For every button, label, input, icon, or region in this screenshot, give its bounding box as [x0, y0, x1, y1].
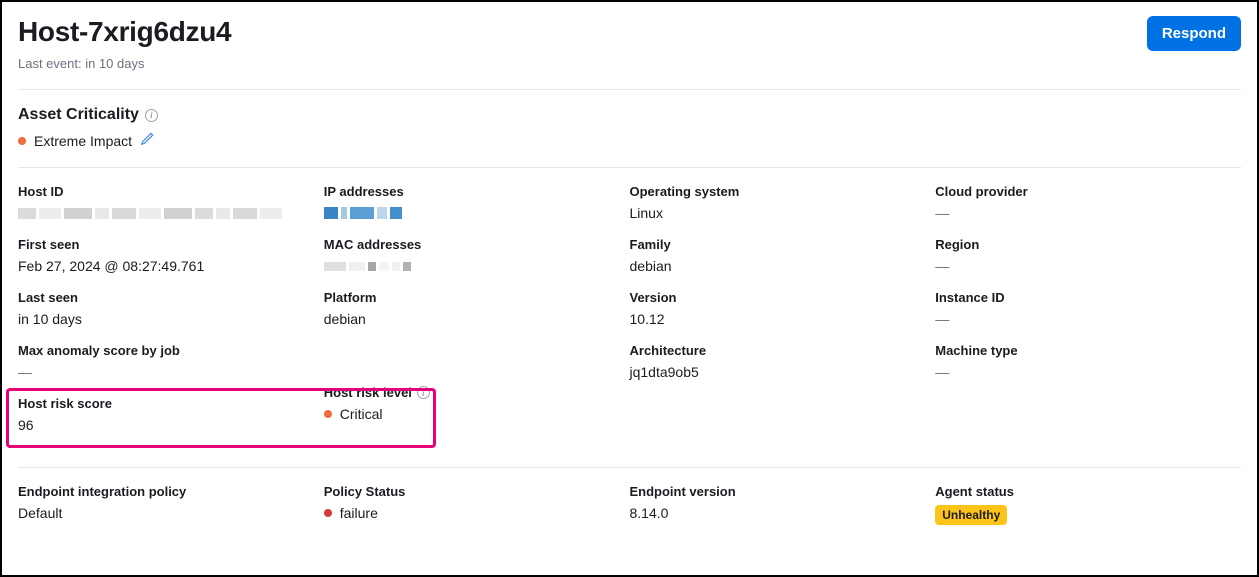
first-seen-label: First seen: [18, 237, 324, 252]
version-label: Version: [630, 290, 936, 305]
instance-id-label: Instance ID: [935, 290, 1241, 305]
host-risk-level-label: Host risk level i: [324, 385, 630, 400]
version-value: 10.12: [630, 311, 936, 327]
architecture-value: jq1dta9ob5: [630, 364, 936, 380]
host-risk-level-value-row: Critical: [324, 406, 630, 422]
architecture-label: Architecture: [630, 343, 936, 358]
max-anomaly-value: —: [18, 364, 324, 380]
platform-label: Platform: [324, 290, 630, 305]
endpoint-version-value: 8.14.0: [630, 505, 936, 521]
mac-addresses-label: MAC addresses: [324, 237, 630, 252]
ip-addresses-value-redacted: [324, 205, 630, 221]
machine-type-value: —: [935, 364, 1241, 380]
endpoint-policy-label: Endpoint integration policy: [18, 484, 324, 499]
info-icon[interactable]: i: [145, 109, 158, 122]
family-value: debian: [630, 258, 936, 274]
last-event-label: Last event: in 10 days: [18, 56, 231, 71]
policy-status-value: failure: [340, 505, 378, 521]
criticality-dot-icon: [18, 137, 26, 145]
instance-id-value: —: [935, 311, 1241, 327]
page-title: Host-7xrig6dzu4: [18, 16, 231, 48]
endpoint-version-label: Endpoint version: [630, 484, 936, 499]
host-risk-score-value: 96: [18, 417, 324, 433]
respond-button[interactable]: Respond: [1147, 16, 1241, 51]
agent-status-badge: Unhealthy: [935, 505, 1007, 525]
endpoint-policy-value: Default: [18, 505, 324, 521]
policy-status-row: failure: [324, 505, 630, 521]
cloud-provider-value: —: [935, 205, 1241, 221]
info-icon[interactable]: i: [417, 386, 430, 399]
mac-addresses-value-redacted: [324, 258, 630, 274]
platform-value: debian: [324, 311, 630, 327]
last-seen-value: in 10 days: [18, 311, 324, 327]
edit-icon[interactable]: [140, 132, 154, 149]
ip-addresses-label: IP addresses: [324, 184, 630, 199]
policy-status-label: Policy Status: [324, 484, 630, 499]
divider: [18, 89, 1241, 90]
host-id-label: Host ID: [18, 184, 324, 199]
os-value: Linux: [630, 205, 936, 221]
os-label: Operating system: [630, 184, 936, 199]
region-value: —: [935, 258, 1241, 274]
asset-criticality-heading: Asset Criticality i: [18, 106, 158, 124]
host-risk-score-label: Host risk score: [18, 396, 324, 411]
last-seen-label: Last seen: [18, 290, 324, 305]
region-label: Region: [935, 237, 1241, 252]
host-risk-level-value: Critical: [340, 406, 383, 422]
divider: [18, 467, 1241, 468]
family-label: Family: [630, 237, 936, 252]
asset-criticality-value: Extreme Impact: [34, 133, 132, 149]
host-id-value-redacted: [18, 205, 324, 221]
cloud-provider-label: Cloud provider: [935, 184, 1241, 199]
divider: [18, 167, 1241, 168]
policy-status-dot-icon: [324, 509, 332, 517]
max-anomaly-label: Max anomaly score by job: [18, 343, 324, 358]
agent-status-label: Agent status: [935, 484, 1241, 499]
first-seen-value: Feb 27, 2024 @ 08:27:49.761: [18, 258, 324, 274]
risk-level-dot-icon: [324, 410, 332, 418]
asset-criticality-label: Asset Criticality: [18, 106, 139, 124]
machine-type-label: Machine type: [935, 343, 1241, 358]
